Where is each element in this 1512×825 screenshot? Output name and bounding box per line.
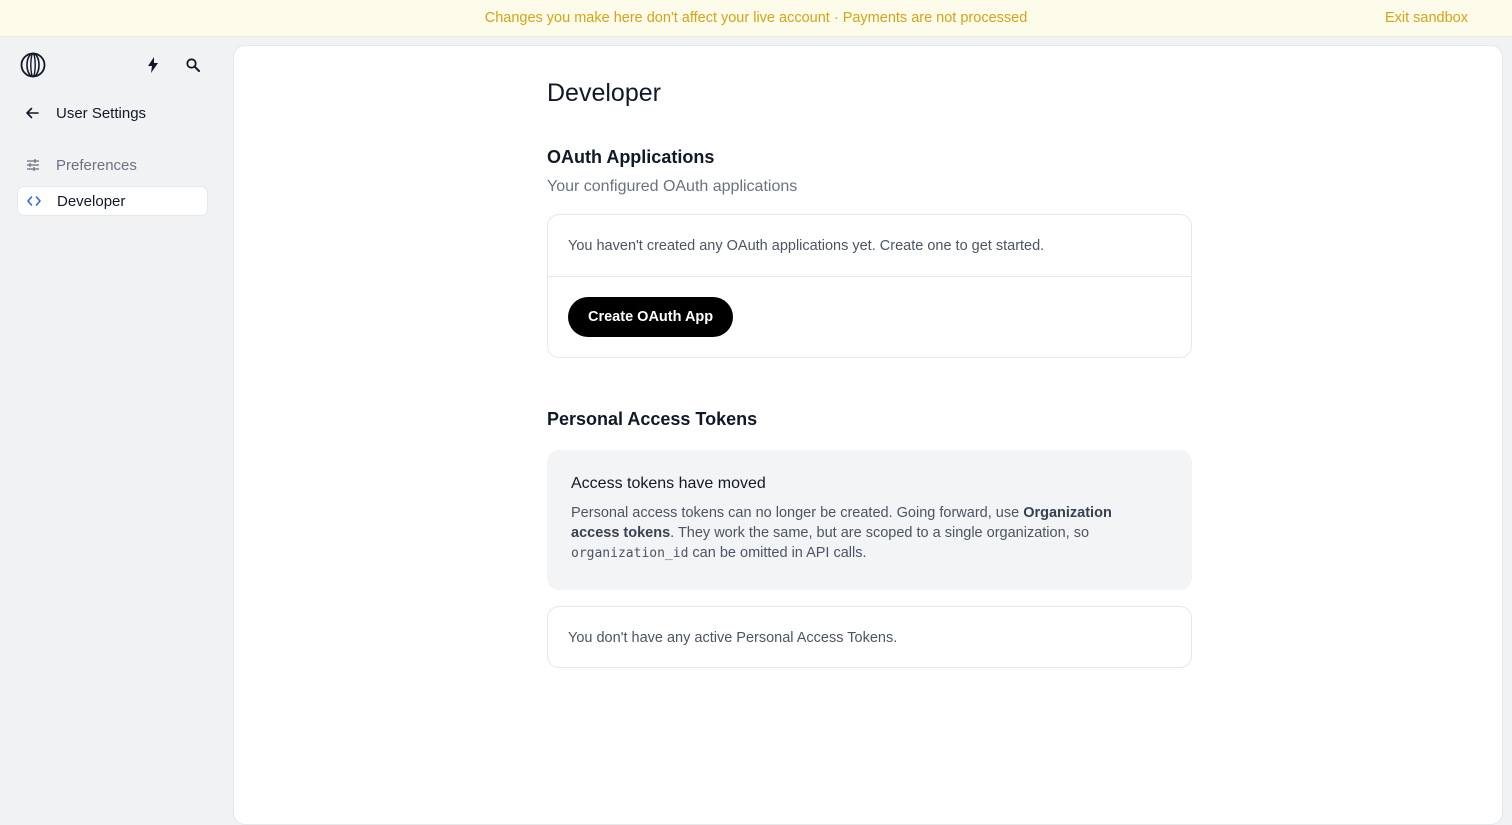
sliders-icon (18, 150, 48, 180)
oauth-apps-card: You haven't created any OAuth applicatio… (547, 214, 1192, 358)
notice-text-after: can be omitted in API calls. (688, 545, 867, 561)
oauth-section-subtitle: Your configured OAuth applications (547, 178, 798, 195)
oauth-empty-message: You haven't created any OAuth applicatio… (568, 238, 1045, 254)
arrow-left-icon (20, 101, 44, 125)
notice-body: Personal access tokens can no longer be … (571, 503, 1161, 564)
notice-title: Access tokens have moved (571, 475, 766, 492)
search-icon[interactable] (182, 54, 204, 76)
main-panel: Developer OAuth Applications Your config… (233, 45, 1503, 825)
create-oauth-app-button[interactable]: Create OAuth App (568, 297, 734, 337)
sidebar-item-label: Developer (57, 192, 126, 210)
bolt-icon[interactable] (142, 54, 164, 76)
oauth-section-title: OAuth Applications (547, 147, 715, 167)
sidebar-item-label: Preferences (56, 156, 137, 174)
sidebar: User Settings Preferences Developer (0, 37, 233, 814)
back-label: User Settings (56, 104, 147, 122)
sandbox-banner: Changes you make here don't affect your … (0, 0, 1512, 37)
back-to-user-settings[interactable]: User Settings (20, 101, 146, 125)
sidebar-item-developer[interactable]: Developer (17, 186, 208, 216)
pat-list-card: You don't have any active Personal Acces… (547, 606, 1192, 668)
notice-text-before: Personal access tokens can no longer be … (571, 505, 1024, 521)
divider (548, 276, 1191, 277)
code-icon (19, 186, 49, 216)
sidebar-item-preferences[interactable]: Preferences (17, 150, 208, 180)
exit-sandbox-link[interactable]: Exit sandbox (1385, 10, 1468, 26)
tokens-moved-notice: Access tokens have moved Personal access… (547, 450, 1192, 590)
notice-code: organization_id (571, 546, 689, 561)
pat-section-title: Personal Access Tokens (547, 409, 758, 429)
pat-empty-message: You don't have any active Personal Acces… (568, 630, 898, 646)
page-title: Developer (547, 79, 661, 107)
notice-text-middle: . They work the same, but are scoped to … (670, 525, 1090, 541)
sandbox-banner-message: Changes you make here don't affect your … (484, 10, 1028, 26)
globe-logo-icon[interactable] (20, 52, 46, 78)
